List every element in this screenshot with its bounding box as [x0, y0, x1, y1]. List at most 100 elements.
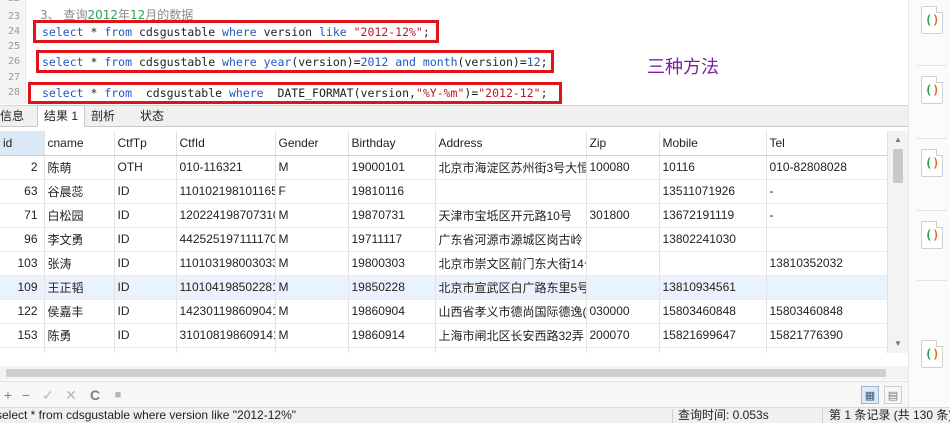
cell-address[interactable]: 北京市崇文区前门东大街14号 — [435, 251, 587, 276]
cell-gender[interactable]: M — [275, 203, 349, 228]
table-row[interactable]: 103 张涛 ID 110103198003033 M 19800303 北京市崇文区前门东… — [0, 251, 887, 276]
stop-icon[interactable]: ■ — [110, 386, 126, 404]
cell-birthday[interactable]: 19000101 — [348, 155, 436, 180]
cell-address[interactable]: 上海市闸北区长安西路32弄 — [435, 323, 587, 348]
table-row[interactable]: 179崔天宇OTH111M19000101222- 13816422137 — [0, 347, 887, 353]
cell-gender[interactable]: M — [275, 299, 349, 324]
cell-zip[interactable] — [586, 251, 660, 276]
cell-cname[interactable]: 张涛 — [44, 251, 115, 276]
cell-ctftp[interactable]: ID — [114, 203, 177, 228]
tab-status[interactable]: 状态 — [134, 106, 170, 127]
cell-ctfid[interactable]: 111 — [176, 347, 276, 353]
cell-mobile[interactable]: 15803460848 — [659, 299, 767, 324]
cell-mobile[interactable] — [659, 251, 767, 276]
cell-birthday[interactable]: 19860914 — [348, 323, 436, 348]
cell-id[interactable]: 179 — [0, 347, 45, 353]
cell-ctftp[interactable]: ID — [114, 227, 177, 252]
cell-id[interactable]: 122 — [0, 299, 45, 324]
column-header-ctfid[interactable]: CtfId — [176, 131, 276, 156]
query-file-icon[interactable]: () — [921, 221, 943, 249]
cell-ctfid[interactable]: 120224198707310 — [176, 203, 276, 228]
cell-tel[interactable]: - — [766, 203, 887, 228]
cell-gender[interactable]: M — [275, 347, 349, 353]
refresh-icon[interactable]: C — [87, 386, 103, 404]
cell-zip[interactable]: 200070 — [586, 323, 660, 348]
cell-mobile[interactable]: 13672191119 — [659, 203, 767, 228]
cell-zip[interactable] — [586, 275, 660, 300]
cell-mobile[interactable]: 15821699647 — [659, 323, 767, 348]
table-row[interactable]: 2 陈萌 OTH 010-116321 M 19000101 北京市海淀区苏州街3号大恒 10… — [0, 155, 887, 180]
horizontal-scroll-thumb[interactable] — [6, 369, 886, 377]
tab-info[interactable]: 信息 — [0, 106, 30, 127]
cell-cname[interactable]: 王正韬 — [44, 275, 115, 300]
query-file-icon[interactable]: () — [921, 6, 943, 34]
cell-ctfid[interactable]: 110104198502281 — [176, 275, 276, 300]
cell-address[interactable]: 北京市海淀区苏州街3号大恒 — [435, 155, 587, 180]
discard-changes-icon[interactable]: ✕ — [63, 386, 79, 404]
cell-tel[interactable]: 010-82808028 — [766, 155, 887, 180]
table-row[interactable]: 153 陈勇 ID 310108198609141 M 19860914 上海市闸北区长安西… — [0, 323, 887, 348]
cell-birthday[interactable]: 19810116 — [348, 179, 436, 204]
cell-birthday[interactable]: 19000101 — [348, 347, 436, 353]
cell-ctfid[interactable]: 110102198101165 — [176, 179, 276, 204]
table-row[interactable]: 96 李文勇 ID 442525197111170 M 19711117 广东省河源市源城区… — [0, 227, 887, 252]
cell-tel[interactable]: - — [766, 179, 887, 204]
cell-ctfid[interactable]: 442525197111170 — [176, 227, 276, 252]
cell-zip[interactable]: 100080 — [586, 155, 660, 180]
cell-ctftp[interactable]: OTH — [114, 347, 177, 353]
cell-tel[interactable]: 15821776390 — [766, 323, 887, 348]
cell-mobile[interactable] — [659, 347, 767, 353]
cell-address[interactable]: 北京市宣武区白广路东里5号 — [435, 275, 587, 300]
sql-editor[interactable]: 22 23 24 25 26 27 28 3、 查询2012年12月的数据 se… — [0, 0, 908, 104]
cell-ctfid[interactable]: 010-116321 — [176, 155, 276, 180]
query-file-icon[interactable]: () — [921, 76, 943, 104]
cell-tel[interactable]: 15803460848 — [766, 299, 887, 324]
table-row[interactable]: 63 谷晨蕊 ID 110102198101165 F 19810116 135110719… — [0, 179, 887, 204]
tab-profile[interactable]: 剖析 — [85, 106, 121, 127]
cell-tel[interactable] — [766, 227, 887, 252]
cell-birthday[interactable]: 19711117 — [348, 227, 436, 252]
cell-address[interactable]: 天津市宝坻区开元路10号 — [435, 203, 587, 228]
cell-zip[interactable]: 301800 — [586, 203, 660, 228]
cell-gender[interactable]: M — [275, 251, 349, 276]
table-row[interactable]: 122 侯嘉丰 ID 142301198609041 M 19860904 山西省孝义市德尚… — [0, 299, 887, 324]
cell-ctftp[interactable]: ID — [114, 179, 177, 204]
cell-zip[interactable] — [586, 179, 660, 204]
cell-id[interactable]: 63 — [0, 179, 45, 204]
cell-tel[interactable]: 13816422137 — [766, 347, 887, 353]
add-record-icon[interactable]: + — [0, 386, 16, 404]
cell-gender[interactable]: M — [275, 323, 349, 348]
scroll-thumb[interactable] — [893, 149, 903, 183]
cell-zip[interactable] — [586, 227, 660, 252]
cell-id[interactable]: 103 — [0, 251, 45, 276]
cell-ctfid[interactable]: 110103198003033 — [176, 251, 276, 276]
cell-address[interactable]: 广东省河源市源城区岗古岭 — [435, 227, 587, 252]
cell-birthday[interactable]: 19850228 — [348, 275, 436, 300]
column-header-gender[interactable]: Gender — [275, 131, 349, 156]
result-grid[interactable]: id cname CtfTp CtfId Gender Birthday Add… — [0, 131, 887, 353]
cell-gender[interactable]: F — [275, 179, 349, 204]
cell-gender[interactable]: M — [275, 275, 349, 300]
scroll-down-arrow-icon[interactable]: ▼ — [888, 337, 908, 351]
apply-changes-icon[interactable]: ✓ — [40, 386, 56, 404]
scroll-up-arrow-icon[interactable]: ▲ — [888, 133, 908, 147]
cell-birthday[interactable]: 19860904 — [348, 299, 436, 324]
cell-tel[interactable] — [766, 275, 887, 300]
cell-id[interactable]: 96 — [0, 227, 45, 252]
cell-id[interactable]: 109 — [0, 275, 45, 300]
column-header-mobile[interactable]: Mobile — [659, 131, 767, 156]
query-file-icon[interactable]: () — [921, 149, 943, 177]
cell-ctftp[interactable]: ID — [114, 275, 177, 300]
cell-cname[interactable]: 谷晨蕊 — [44, 179, 115, 204]
horizontal-scrollbar[interactable] — [0, 366, 908, 380]
cell-gender[interactable]: M — [275, 227, 349, 252]
cell-mobile[interactable]: 10116 — [659, 155, 767, 180]
cell-ctftp[interactable]: OTH — [114, 155, 177, 180]
cell-mobile[interactable]: 13802241030 — [659, 227, 767, 252]
cell-cname[interactable]: 李文勇 — [44, 227, 115, 252]
cell-cname[interactable]: 侯嘉丰 — [44, 299, 115, 324]
form-view-icon[interactable]: ▤ — [884, 386, 902, 404]
cell-cname[interactable]: 陈萌 — [44, 155, 115, 180]
cell-cname[interactable]: 陈勇 — [44, 323, 115, 348]
cell-address[interactable] — [435, 179, 587, 204]
